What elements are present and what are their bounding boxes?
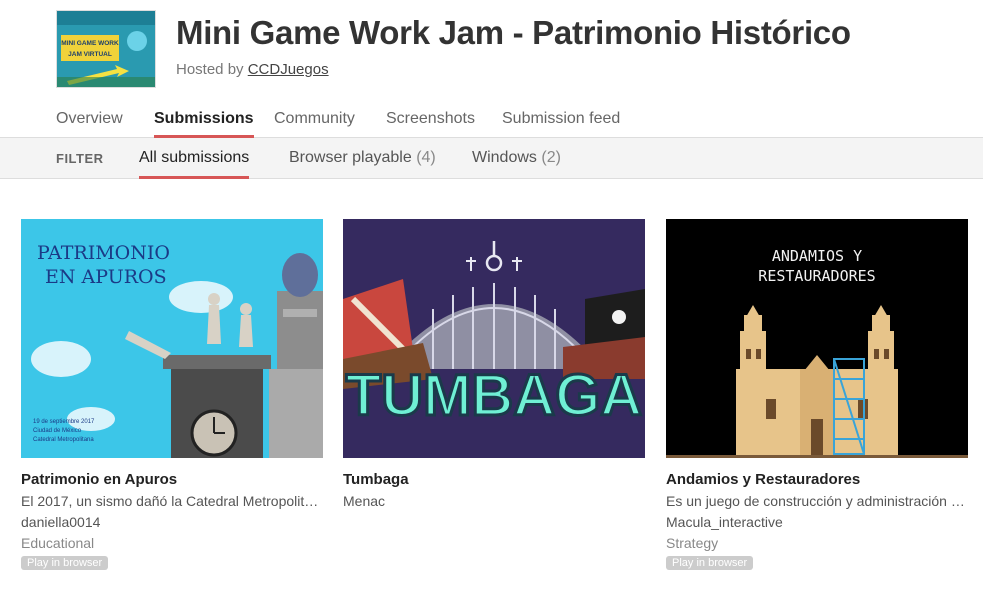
tab-submissions[interactable]: Submissions	[154, 110, 254, 138]
game-cover[interactable]: ANDAMIOS Y RESTAURADORES	[666, 219, 968, 458]
play-in-browser-badge: Play in browser	[666, 556, 754, 570]
filter-all-submissions[interactable]: All submissions	[139, 149, 250, 179]
tab-overview[interactable]: Overview	[56, 110, 123, 138]
game-genre: Strategy	[666, 535, 719, 551]
filter-label: FILTER	[56, 151, 104, 166]
filter-bar: FILTER All submissions Browser playable …	[0, 138, 983, 179]
host-link[interactable]: CCDJuegos	[248, 61, 329, 78]
game-description: Es un juego de construcción y administra…	[666, 493, 968, 509]
jam-thumbnail[interactable]: MINI GAME WORK JAM VIRTUAL	[56, 10, 156, 88]
game-author[interactable]: Macula_interactive	[666, 514, 968, 530]
game-genre: Educational	[21, 535, 95, 551]
cover-title-line1: PATRIMONIO	[37, 242, 170, 264]
tab-screenshots[interactable]: Screenshots	[386, 110, 475, 138]
cover-title-line2: EN APUROS	[45, 266, 167, 288]
game-title[interactable]: Patrimonio en Apuros	[21, 471, 323, 488]
hosted-by-label: Hosted by	[176, 61, 244, 78]
thumb-text-line1: MINI GAME WORK	[61, 40, 119, 47]
game-card[interactable]: PATRIMONIO EN APUROS 19 de septiembre 20…	[21, 219, 323, 571]
game-description: El 2017, un sismo dañó la Catedral Metro…	[21, 493, 323, 509]
cover-title-line2: RESTAURADORES	[758, 267, 875, 285]
filter-browser-playable[interactable]: Browser playable (4)	[289, 149, 436, 179]
filter-windows[interactable]: Windows (2)	[472, 149, 561, 179]
game-author[interactable]: daniella0014	[21, 514, 323, 530]
jam-tabs: Overview Submissions Community Screensho…	[0, 100, 983, 138]
tab-submission-feed[interactable]: Submission feed	[502, 110, 620, 138]
game-title[interactable]: Tumbaga	[343, 471, 645, 488]
filter-windows-count: (2)	[541, 149, 561, 166]
filter-windows-label: Windows	[472, 149, 537, 166]
cover-title-line1: ANDAMIOS Y	[772, 247, 862, 265]
page-title: Mini Game Work Jam - Patrimonio Históric…	[176, 14, 851, 51]
game-title[interactable]: Andamios y Restauradores	[666, 471, 968, 488]
cover-title: TUMBAGA	[346, 363, 642, 428]
cover-caption-date: 19 de septiembre 2017	[33, 419, 95, 425]
jam-header: MINI GAME WORK JAM VIRTUAL Mini Game Wor…	[0, 0, 983, 100]
filter-all-label: All submissions	[139, 149, 250, 166]
filter-browser-count: (4)	[416, 149, 436, 166]
filter-browser-label: Browser playable	[289, 149, 412, 166]
game-author[interactable]: Menac	[343, 493, 645, 509]
hosted-by: Hosted by CCDJuegos	[176, 61, 329, 78]
thumb-text-line2: JAM VIRTUAL	[68, 51, 112, 58]
tab-community[interactable]: Community	[274, 110, 355, 138]
game-card[interactable]: TUMBAGA Tumbaga Menac	[343, 219, 645, 509]
game-card[interactable]: ANDAMIOS Y RESTAURADORES Andamios y Rest…	[666, 219, 968, 571]
play-in-browser-badge: Play in browser	[21, 556, 109, 570]
cover-caption-place: Catedral Metropolitana	[33, 437, 94, 443]
game-cover[interactable]: PATRIMONIO EN APUROS 19 de septiembre 20…	[21, 219, 323, 458]
game-cover[interactable]: TUMBAGA	[343, 219, 645, 458]
cover-caption-city: Ciudad de México	[33, 428, 82, 434]
